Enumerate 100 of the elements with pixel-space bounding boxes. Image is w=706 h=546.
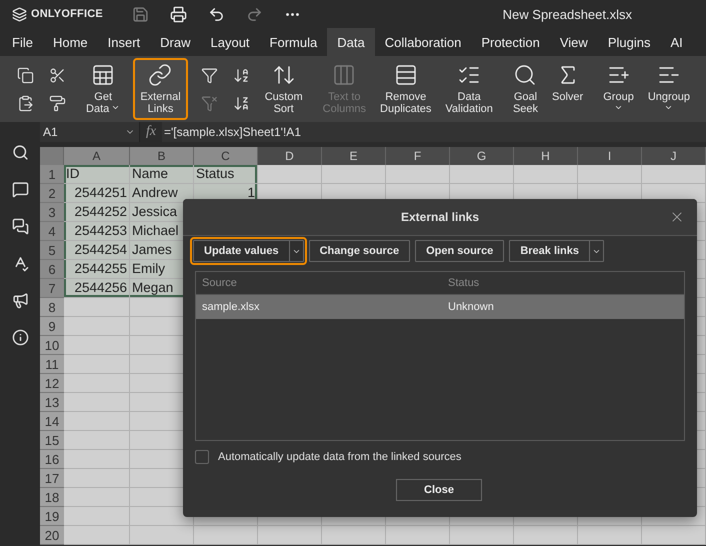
cell[interactable]	[64, 488, 130, 507]
column-header[interactable]: J	[642, 147, 706, 165]
cell[interactable]	[64, 469, 130, 488]
row-header[interactable]: 7	[40, 279, 64, 298]
row-header[interactable]: 3	[40, 203, 64, 222]
cell[interactable]	[64, 355, 130, 374]
row-header[interactable]: 4	[40, 222, 64, 241]
column-header[interactable]: D	[258, 147, 322, 165]
row-header[interactable]: 10	[40, 336, 64, 355]
info-icon[interactable]	[12, 329, 28, 346]
cell[interactable]	[258, 526, 322, 545]
cell[interactable]	[64, 526, 130, 545]
cell[interactable]	[450, 526, 514, 545]
cell[interactable]: Status	[194, 165, 258, 184]
search-icon[interactable]	[12, 144, 28, 161]
column-header[interactable]: I	[578, 147, 642, 165]
cell[interactable]	[130, 507, 194, 526]
cell[interactable]	[386, 526, 450, 545]
row-header[interactable]: 20	[40, 526, 64, 545]
cell[interactable]	[258, 165, 322, 184]
solver-button[interactable]: Solver	[547, 60, 588, 118]
close-button[interactable]: Close	[396, 479, 482, 501]
cell[interactable]: 2544251	[64, 184, 130, 203]
cell[interactable]: Name	[130, 165, 194, 184]
cell[interactable]	[642, 165, 706, 184]
table-row[interactable]: sample.xlsx Unknown	[196, 295, 684, 319]
menu-tab[interactable]: File	[2, 28, 43, 56]
row-header[interactable]: 6	[40, 260, 64, 279]
group-button[interactable]: Group	[598, 60, 639, 118]
megaphone-icon[interactable]	[12, 292, 28, 309]
cell[interactable]: 2544253	[64, 222, 130, 241]
remove-duplicates-button[interactable]: Remove Duplicates	[375, 60, 436, 118]
formula-field[interactable]: ='[sample.xlsx]Sheet1'!A1	[162, 122, 706, 142]
print-icon[interactable]	[170, 6, 187, 22]
menu-tab[interactable]: Draw	[150, 28, 200, 56]
cell[interactable]	[578, 165, 642, 184]
row-header[interactable]: 5	[40, 241, 64, 260]
row-header[interactable]: 16	[40, 450, 64, 469]
menu-tab[interactable]: Insert	[98, 28, 150, 56]
get-data-button[interactable]: Get Data	[81, 60, 126, 118]
menu-tab[interactable]: Formula	[260, 28, 328, 56]
ungroup-button[interactable]: Ungroup	[642, 60, 696, 118]
menu-tab[interactable]: Plugins	[598, 28, 660, 56]
row-header[interactable]: 8	[40, 298, 64, 317]
data-validation-button[interactable]: Data Validation	[440, 60, 498, 118]
chat-icon[interactable]	[12, 218, 28, 235]
custom-sort-button[interactable]: Custom Sort	[260, 60, 308, 118]
cell[interactable]: 2544256	[64, 279, 130, 298]
comment-icon[interactable]	[12, 181, 28, 198]
cell[interactable]	[64, 298, 130, 317]
menu-tab[interactable]: Layout	[200, 28, 260, 56]
row-header[interactable]: 2	[40, 184, 64, 203]
cell[interactable]: Andrew	[130, 184, 194, 203]
row-header[interactable]: 11	[40, 355, 64, 374]
cell[interactable]	[322, 165, 386, 184]
cell[interactable]	[194, 526, 258, 545]
menu-tab[interactable]: AI	[660, 28, 693, 56]
column-header[interactable]: H	[514, 147, 578, 165]
cell[interactable]	[64, 336, 130, 355]
column-header[interactable]: B	[130, 147, 194, 165]
row-header[interactable]: 9	[40, 317, 64, 336]
checkbox[interactable]	[195, 450, 209, 464]
cell[interactable]: ID	[64, 165, 130, 184]
menu-tab[interactable]: Protection	[471, 28, 550, 56]
goal-seek-button[interactable]: Goal Seek	[508, 60, 544, 118]
dialog-button[interactable]: Open source	[416, 241, 504, 261]
menu-tab[interactable]: Data	[327, 28, 375, 56]
column-header[interactable]: F	[386, 147, 450, 165]
cell[interactable]: 2544255	[64, 260, 130, 279]
name-box[interactable]: A1	[40, 122, 140, 142]
cell[interactable]	[514, 165, 578, 184]
cell[interactable]	[64, 412, 130, 431]
cell[interactable]	[450, 165, 514, 184]
undo-icon[interactable]	[208, 6, 225, 22]
cell[interactable]: 2544254	[64, 241, 130, 260]
menu-tab[interactable]: Collaboration	[374, 28, 472, 56]
cell[interactable]	[64, 431, 130, 450]
cell[interactable]	[64, 393, 130, 412]
function-label[interactable]: fx	[140, 122, 162, 142]
row-header[interactable]: 19	[40, 507, 64, 526]
dialog-button[interactable]: Change source	[310, 241, 410, 261]
column-header[interactable]: C	[194, 147, 258, 165]
row-header[interactable]: 18	[40, 488, 64, 507]
cell[interactable]	[514, 526, 578, 545]
row-header[interactable]: 12	[40, 374, 64, 393]
cell[interactable]: 2544252	[64, 203, 130, 222]
cell[interactable]	[386, 165, 450, 184]
menu-tab[interactable]: View	[550, 28, 598, 56]
cell[interactable]	[322, 526, 386, 545]
column-header[interactable]: G	[450, 147, 514, 165]
external-links-button[interactable]: External Links	[135, 60, 186, 118]
column-header[interactable]: A	[64, 147, 130, 165]
cell[interactable]	[64, 374, 130, 393]
cell[interactable]	[64, 507, 130, 526]
row-header[interactable]: 1	[40, 165, 64, 184]
cell[interactable]	[578, 526, 642, 545]
row-header[interactable]: 14	[40, 412, 64, 431]
cell[interactable]	[130, 526, 194, 545]
row-header[interactable]: 13	[40, 393, 64, 412]
row-header[interactable]: 15	[40, 431, 64, 450]
